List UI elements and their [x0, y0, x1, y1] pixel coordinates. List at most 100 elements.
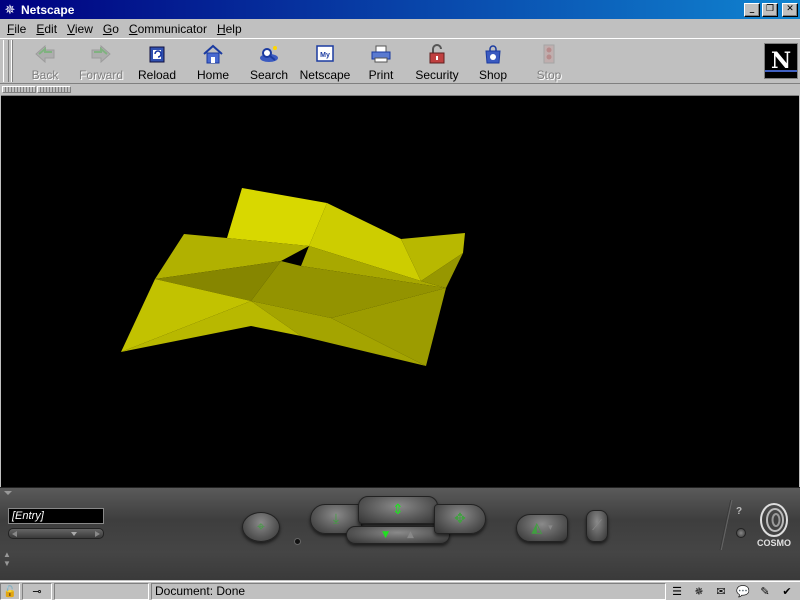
walk-button[interactable]: ⇕ [358, 496, 438, 524]
menu-edit[interactable]: Edit [31, 22, 62, 36]
reload-icon [144, 42, 170, 66]
conference-icon[interactable]: ✔ [778, 584, 796, 599]
printer-icon [368, 42, 394, 66]
window-controls: _ ❐ ✕ [744, 2, 798, 17]
netscape-button[interactable]: My Netscape [297, 40, 353, 82]
preferences-knob[interactable] [736, 528, 746, 538]
toolbar-button-label: Shop [478, 68, 508, 82]
viewpoint-field[interactable]: [Entry] [8, 508, 104, 524]
home-icon [200, 42, 226, 66]
stop-button[interactable]: Stop [521, 40, 577, 82]
seek-crosshair-icon: ⌖ [257, 519, 265, 535]
progress-meter [54, 582, 149, 600]
minimize-button[interactable]: _ [744, 2, 760, 17]
online-plug-icon: ⊸ [32, 585, 42, 598]
close-button[interactable]: ✕ [782, 2, 798, 17]
menu-help[interactable]: Help [212, 22, 247, 36]
pan-button[interactable]: ✥ [434, 504, 486, 534]
forward-arrow-icon [88, 42, 114, 66]
toolbar-button-label: Netscape [299, 68, 351, 82]
back-button[interactable]: Back [17, 40, 73, 82]
menu-go[interactable]: Go [98, 22, 124, 36]
straighten-icon: ⟋ [592, 518, 602, 534]
shopping-bag-icon [480, 42, 506, 66]
menu-file[interactable]: File [2, 22, 31, 36]
toolbar-button-label: Stop [536, 68, 562, 82]
viewpoint-selector[interactable] [8, 528, 104, 539]
next-viewpoint-icon[interactable] [95, 531, 100, 537]
dashboard-divider [719, 500, 733, 550]
walk-arrows-icon: ⇕ [392, 502, 404, 518]
menu-view[interactable]: View [62, 22, 98, 36]
chevron-down-icon: ▾ [548, 522, 553, 533]
back-arrow-icon [32, 42, 58, 66]
navigator-icon[interactable]: ✵ [690, 584, 708, 599]
gravity-knob[interactable] [294, 538, 301, 545]
search-icon [256, 42, 282, 66]
composer-icon[interactable]: ✎ [756, 584, 774, 599]
restore-button[interactable]: ❐ [762, 2, 778, 17]
netscape-logo-letter: N [770, 48, 792, 74]
collapsed-toolbar-strip [0, 85, 800, 94]
collapsed-toolbar-tab-1[interactable] [2, 86, 36, 93]
status-bar: 🔓 ⊸ Document: Done ☰ ✵ ✉ 💬 ✎ ✔ [0, 581, 800, 600]
cosmo-brand-label: COSMO [756, 538, 791, 548]
examine-button[interactable]: ◭ ▾ [516, 514, 568, 542]
status-text: Document: Done [155, 584, 246, 598]
padlock-icon [424, 42, 450, 66]
my-netscape-icon: My [312, 42, 338, 66]
dashboard-side-arrows[interactable]: ▲ ▼ [3, 550, 11, 568]
cosmo-swirl-icon [760, 503, 788, 537]
forward-button[interactable]: Forward [73, 40, 129, 82]
security-status[interactable]: 🔓 [0, 582, 20, 600]
search-button[interactable]: Search [241, 40, 297, 82]
toolbar-button-label: Forward [78, 68, 123, 82]
chevron-down-icon[interactable] [71, 532, 77, 536]
stop-icon [536, 42, 562, 66]
walk-up-icon: ▲ [407, 529, 414, 540]
shop-button[interactable]: Shop [465, 40, 521, 82]
connection-status: ⊸ [22, 582, 52, 600]
seek-button[interactable]: ⌖ [242, 512, 280, 542]
collapsed-toolbar-tab-2[interactable] [37, 86, 71, 93]
menu-communicator[interactable]: Communicator [124, 22, 212, 36]
toolbar-button-label: Security [415, 68, 459, 82]
svg-text:My: My [320, 52, 330, 59]
netscape-logo[interactable]: N [764, 43, 798, 79]
tilt-icon: ⤓ [332, 511, 340, 527]
terrain-model [121, 188, 465, 366]
toolbar-button-label: Back [31, 68, 59, 82]
menu-bar: File Edit View Go Communicator Help [0, 19, 800, 38]
mailbox-icon[interactable]: ✉ [712, 584, 730, 599]
title-bar[interactable]: ✵ Netscape _ ❐ ✕ [0, 0, 800, 19]
navigation-toolbar: Back Forward Reload Home Search My Netscape Pri… [0, 38, 800, 84]
home-button[interactable]: Home [185, 40, 241, 82]
terrain-face [227, 188, 327, 246]
netscape-app-icon[interactable]: ✵ [2, 2, 18, 18]
walk-down-icon: ▼ [382, 529, 389, 540]
security-button[interactable]: Security [409, 40, 465, 82]
help-button[interactable]: ? [733, 506, 745, 518]
dashboard-collapse-arrow[interactable] [4, 491, 12, 495]
reload-button[interactable]: Reload [129, 40, 185, 82]
component-bar-grip-icon[interactable]: ☰ [668, 584, 686, 599]
examine-icon: ◭ [531, 520, 543, 536]
vrml-scene [121, 188, 465, 366]
discussions-icon[interactable]: 💬 [734, 584, 752, 599]
status-text-cell: Document: Done [151, 582, 666, 600]
toolbar-button-label: Home [196, 68, 229, 82]
padlock-icon: 🔓 [3, 585, 17, 598]
toolbar-button-label: Reload [137, 68, 177, 82]
window-title: Netscape [21, 2, 75, 17]
print-button[interactable]: Print [353, 40, 409, 82]
toolbar-grip[interactable] [3, 40, 9, 82]
previous-viewpoint-icon[interactable] [12, 531, 17, 537]
toolbar-button-label: Print [368, 68, 394, 82]
toolbar-buttons: Back Forward Reload Home Search My Netscape Pri… [17, 40, 577, 82]
straighten-button[interactable]: ⟋ [586, 510, 608, 542]
toolbar-button-label: Search [249, 68, 289, 82]
vrml-viewport[interactable] [1, 95, 799, 487]
cosmo-logo: COSMO [754, 502, 794, 554]
component-bar: ☰ ✵ ✉ 💬 ✎ ✔ [668, 584, 800, 599]
cosmo-player-dashboard: [Entry] ▲ ▼ ⌖ ⤓ ⇕ ▼ ▲ ✥ ◭ ▾ ⟋ ? COSMO [0, 487, 800, 580]
